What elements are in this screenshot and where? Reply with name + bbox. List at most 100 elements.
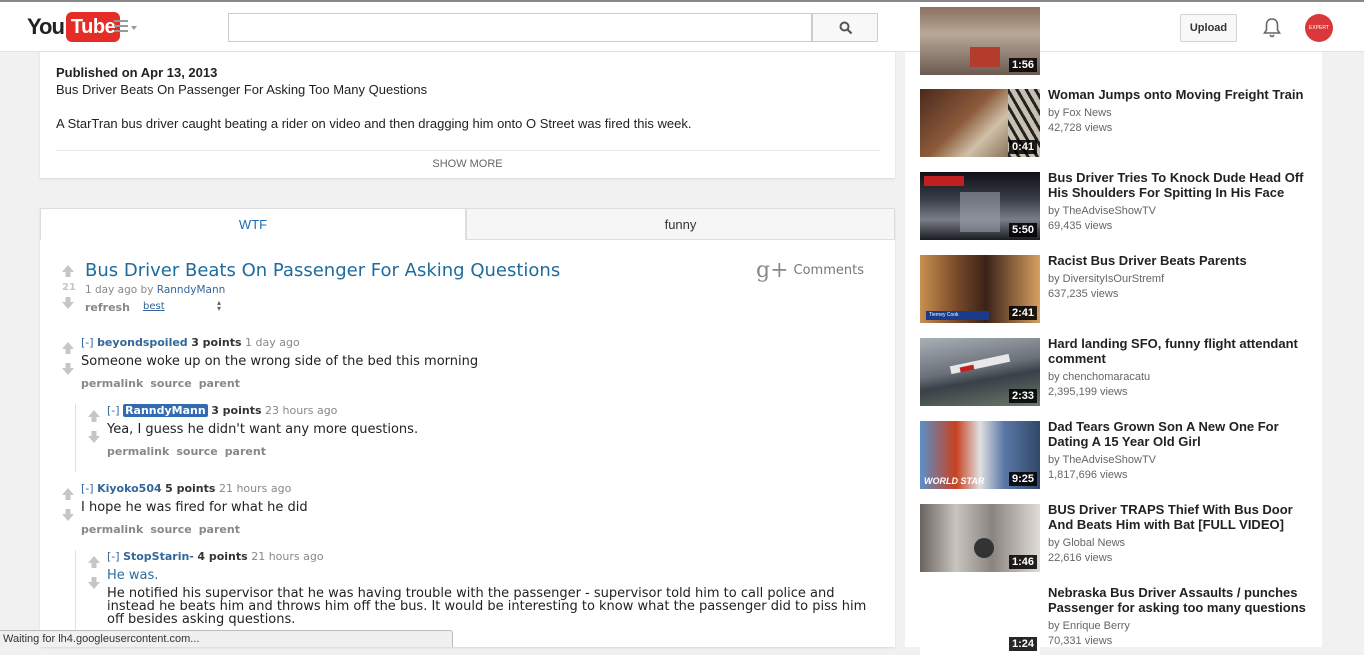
comment-header: [-] RanndyMann 3 points 23 hours ago bbox=[107, 404, 418, 417]
related-video-item[interactable]: 2:33 Hard landing SFO, funny flight atte… bbox=[920, 336, 1320, 406]
caret-down-icon bbox=[131, 26, 137, 30]
related-video-item[interactable]: 1:46 BUS Driver TRAPS Thief With Bus Doo… bbox=[920, 502, 1320, 572]
comment-actions: permalink source parent bbox=[81, 377, 478, 390]
collapse-toggle[interactable]: [-] bbox=[81, 482, 94, 495]
parent-link[interactable]: parent bbox=[199, 377, 240, 390]
downvote-arrow-icon[interactable] bbox=[87, 576, 101, 590]
select-arrows-icon: ▴ ▾ bbox=[217, 298, 222, 313]
video-thumbnail: Tierney Cook 2:41 bbox=[920, 255, 1040, 323]
collapse-toggle[interactable]: [-] bbox=[107, 404, 120, 417]
downvote-arrow-icon[interactable] bbox=[61, 362, 75, 376]
related-video-item[interactable]: 1:24 Nebraska Bus Driver Assaults / punc… bbox=[920, 585, 1320, 655]
permalink-link[interactable]: permalink bbox=[107, 445, 169, 458]
tab-wtf[interactable]: WTF bbox=[40, 208, 466, 240]
video-duration: 1:24 bbox=[1008, 637, 1037, 651]
refresh-link[interactable]: refresh bbox=[85, 301, 130, 314]
search-button[interactable] bbox=[812, 13, 878, 42]
description-text: A StarTran bus driver caught beating a r… bbox=[56, 116, 692, 131]
downvote-arrow-icon[interactable] bbox=[61, 508, 75, 522]
video-title: Bus Driver Tries To Knock Dude Head Off … bbox=[1048, 170, 1304, 200]
comment-author-link[interactable]: beyondspoiled bbox=[97, 336, 188, 349]
post-author-link[interactable]: RanndyMann bbox=[157, 284, 226, 296]
publish-date: Published on Apr 13, 2013 bbox=[56, 65, 218, 80]
parent-link[interactable]: parent bbox=[199, 523, 240, 536]
hamburger-icon-bar bbox=[114, 30, 128, 32]
comment-actions: permalink source parent bbox=[107, 445, 418, 458]
comment-body: Someone woke up on the wrong side of the… bbox=[81, 354, 479, 369]
video-thumbnail: 1:56 bbox=[920, 7, 1040, 75]
description-title: Bus Driver Beats On Passenger For Asking… bbox=[56, 82, 428, 97]
source-link[interactable]: source bbox=[176, 445, 217, 458]
related-video-item[interactable]: 0:41 Woman Jumps onto Moving Freight Tra… bbox=[920, 87, 1320, 157]
tab-funny[interactable]: funny bbox=[466, 208, 895, 240]
upvote-arrow-icon[interactable] bbox=[61, 487, 75, 501]
hamburger-icon bbox=[114, 20, 128, 22]
youtube-logo[interactable]: You Tube bbox=[27, 12, 121, 42]
downvote-arrow-icon[interactable] bbox=[61, 296, 75, 310]
related-video-item[interactable]: Tierney Cook 2:41 Racist Bus Driver Beat… bbox=[920, 253, 1320, 323]
post-age: 1 day ago by bbox=[85, 284, 154, 296]
video-channel: by TheAdviseShowTV bbox=[1048, 454, 1157, 466]
comment-author-link[interactable]: StopStarin- bbox=[123, 550, 194, 563]
post-title-link[interactable]: Bus Driver Beats On Passenger For Asking… bbox=[85, 260, 560, 281]
video-description-card: Published on Apr 13, 2013 Bus Driver Bea… bbox=[40, 52, 895, 178]
video-views: 637,235 views bbox=[1048, 288, 1119, 300]
video-views: 1,817,696 views bbox=[1048, 469, 1128, 481]
video-thumbnail: 5:50 bbox=[920, 172, 1040, 240]
related-videos-sidebar: 1:56 0:41 Woman Jumps onto Moving Freigh… bbox=[905, 7, 1322, 655]
comment: [-] Kiyoko504 5 points 21 hours ago I ho… bbox=[81, 482, 308, 536]
google-plus-comments-button[interactable]: g+ Comments bbox=[756, 258, 864, 283]
video-views: 69,435 views bbox=[1048, 220, 1113, 232]
video-title: Woman Jumps onto Moving Freight Train bbox=[1048, 87, 1304, 102]
post-score: 21 bbox=[62, 282, 76, 293]
comment-points: 3 points bbox=[211, 404, 262, 417]
permalink-link[interactable]: permalink bbox=[81, 377, 143, 390]
sort-row: refresh best ▴ ▾ bbox=[85, 299, 221, 315]
video-views: 70,331 views bbox=[1048, 635, 1113, 647]
video-views: 22,616 views bbox=[1048, 552, 1113, 564]
source-link[interactable]: source bbox=[150, 377, 191, 390]
show-more-button[interactable]: SHOW MORE bbox=[40, 158, 895, 170]
video-duration: 1:56 bbox=[1008, 58, 1037, 72]
video-thumbnail: 1:24 bbox=[920, 587, 1040, 655]
guide-menu-button[interactable] bbox=[114, 20, 140, 34]
related-video-item[interactable]: 1:56 bbox=[920, 7, 1320, 75]
comment-body: Yea, I guess he didn't want any more que… bbox=[107, 422, 419, 437]
comment: [-] RanndyMann 3 points 23 hours ago Yea… bbox=[107, 404, 418, 458]
video-duration: 9:25 bbox=[1008, 472, 1037, 486]
upvote-arrow-icon[interactable] bbox=[61, 264, 75, 278]
thumbnail-detail bbox=[970, 47, 1000, 67]
source-link[interactable]: source bbox=[150, 523, 191, 536]
sort-select-value: best bbox=[143, 301, 165, 312]
comment-author-link[interactable]: Kiyoko504 bbox=[97, 482, 162, 495]
browser-status-bar: Waiting for lh4.googleusercontent.com... bbox=[0, 630, 453, 647]
video-channel: by Global News bbox=[1048, 537, 1126, 549]
comment-author-op-link[interactable]: RanndyMann bbox=[123, 404, 208, 417]
search-input[interactable] bbox=[228, 13, 812, 42]
collapse-toggle[interactable]: [-] bbox=[81, 336, 94, 349]
video-channel: by Fox News bbox=[1048, 107, 1112, 119]
upvote-arrow-icon[interactable] bbox=[61, 341, 75, 355]
upvote-arrow-icon[interactable] bbox=[87, 409, 101, 423]
logo-tube-text: Tube bbox=[65, 12, 121, 42]
google-plus-icon: g+ bbox=[756, 258, 789, 283]
related-video-item[interactable]: 5:50 Bus Driver Tries To Knock Dude Head… bbox=[920, 170, 1320, 240]
video-channel: by chenchomaracatu bbox=[1048, 371, 1151, 383]
permalink-link[interactable]: permalink bbox=[81, 523, 143, 536]
video-views: 2,395,199 views bbox=[1048, 386, 1128, 398]
video-thumbnail: 1:46 bbox=[920, 504, 1040, 572]
search-icon bbox=[839, 21, 853, 35]
parent-link[interactable]: parent bbox=[225, 445, 266, 458]
video-duration: 1:46 bbox=[1008, 555, 1037, 569]
thumbnail-detail bbox=[949, 353, 1011, 375]
related-video-item[interactable]: WORLD STAR 9:25 Dad Tears Grown Son A Ne… bbox=[920, 419, 1320, 489]
downvote-arrow-icon[interactable] bbox=[87, 430, 101, 444]
comment-tabs: WTF funny bbox=[40, 208, 895, 241]
upvote-arrow-icon[interactable] bbox=[87, 555, 101, 569]
collapse-toggle[interactable]: [-] bbox=[107, 550, 120, 563]
comment-age: 23 hours ago bbox=[265, 404, 338, 417]
sort-select[interactable]: best ▴ ▾ bbox=[143, 298, 227, 313]
video-duration: 0:41 bbox=[1008, 140, 1037, 154]
comment-points: 3 points bbox=[191, 336, 242, 349]
video-channel: by DiversityIsOurStremf bbox=[1048, 273, 1165, 285]
